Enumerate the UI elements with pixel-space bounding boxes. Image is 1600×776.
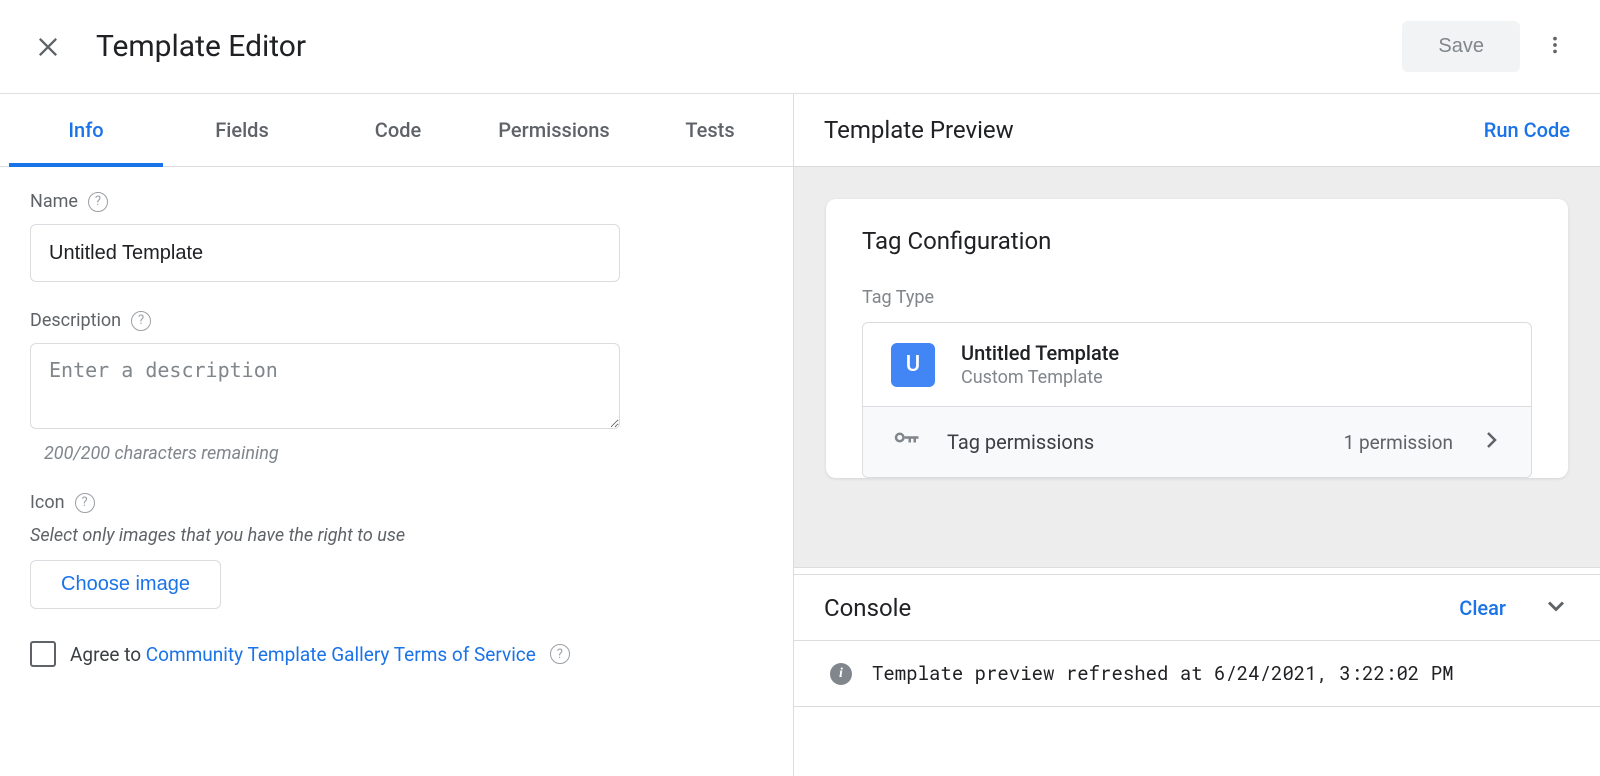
- tag-config-card: Tag Configuration Tag Type U Untitled Te…: [826, 199, 1568, 478]
- tag-type-label: Tag Type: [862, 287, 1532, 308]
- right-pane: Template Preview Run Code Tag Configurat…: [794, 94, 1600, 776]
- tab-tests[interactable]: Tests: [632, 94, 788, 166]
- run-code-button[interactable]: Run Code: [1484, 118, 1570, 142]
- name-label: Name: [30, 191, 78, 212]
- tabs: Info Fields Code Permissions Tests: [0, 94, 793, 167]
- info-icon: i: [830, 663, 852, 685]
- clear-button[interactable]: Clear: [1459, 596, 1506, 620]
- tab-code[interactable]: Code: [320, 94, 476, 166]
- help-icon[interactable]: ?: [88, 192, 108, 212]
- description-label: Description: [30, 310, 121, 331]
- agree-checkbox[interactable]: [30, 641, 56, 667]
- tab-info[interactable]: Info: [8, 94, 164, 166]
- console-message: Template preview refreshed at 6/24/2021,…: [872, 661, 1454, 686]
- icon-hint: Select only images that you have the rig…: [30, 525, 763, 546]
- save-button[interactable]: Save: [1402, 21, 1520, 72]
- permissions-label: Tag permissions: [947, 430, 1094, 454]
- permissions-count: 1 permission: [1344, 431, 1453, 454]
- help-icon[interactable]: ?: [75, 493, 95, 513]
- chevron-down-icon[interactable]: [1542, 592, 1570, 624]
- icon-label: Icon: [30, 492, 65, 513]
- tag-type-row[interactable]: U Untitled Template Custom Template: [863, 323, 1531, 406]
- tag-badge: U: [891, 343, 935, 387]
- page-title: Template Editor: [96, 29, 306, 64]
- help-icon[interactable]: ?: [550, 644, 570, 664]
- agree-text: Agree to Community Template Gallery Term…: [70, 643, 536, 666]
- left-pane: Info Fields Code Permissions Tests Name …: [0, 94, 794, 776]
- preview-title: Template Preview: [824, 116, 1014, 144]
- description-input[interactable]: [30, 343, 620, 429]
- close-icon[interactable]: [34, 33, 62, 61]
- console-row: i Template preview refreshed at 6/24/202…: [794, 641, 1600, 707]
- name-input[interactable]: [30, 224, 620, 282]
- tab-fields[interactable]: Fields: [164, 94, 320, 166]
- tag-subtitle: Custom Template: [961, 367, 1119, 388]
- tag-name: Untitled Template: [961, 341, 1119, 365]
- tag-permissions-row[interactable]: Tag permissions 1 permission: [863, 406, 1531, 477]
- tos-link[interactable]: Community Template Gallery Terms of Serv…: [146, 643, 536, 666]
- help-icon[interactable]: ?: [131, 311, 151, 331]
- key-icon: [891, 425, 921, 459]
- choose-image-button[interactable]: Choose image: [30, 560, 221, 609]
- tab-permissions[interactable]: Permissions: [476, 94, 632, 166]
- tag-config-title: Tag Configuration: [862, 227, 1532, 255]
- chevron-right-icon: [1479, 428, 1503, 456]
- header: Template Editor Save: [0, 0, 1600, 94]
- char-remaining: 200/200 characters remaining: [44, 443, 763, 464]
- console-title: Console: [824, 594, 911, 622]
- more-icon[interactable]: [1534, 24, 1576, 70]
